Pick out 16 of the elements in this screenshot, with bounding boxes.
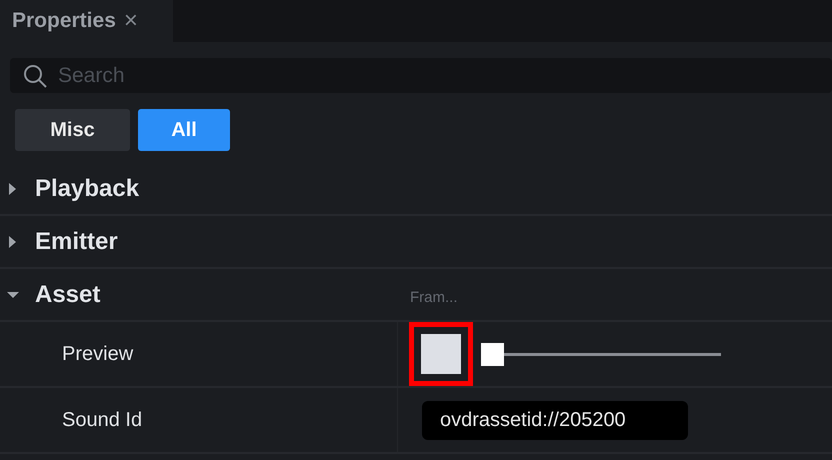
preview-swatch[interactable] (421, 334, 461, 374)
property-label: Sound Id (62, 408, 142, 432)
close-icon[interactable]: × (124, 7, 138, 35)
slider-thumb[interactable] (481, 342, 504, 366)
search-field[interactable]: Search (10, 58, 832, 93)
section-header[interactable]: Emitter (0, 216, 832, 269)
filter-button[interactable]: Misc (15, 109, 130, 151)
tab-label: Properties (12, 9, 116, 33)
section-header[interactable]: Playback (0, 163, 832, 216)
search-icon (22, 62, 48, 88)
section-header[interactable]: Asset Fram... (0, 269, 832, 322)
sound-id-field[interactable]: ovdrassetid://205200 (422, 400, 688, 440)
column-hint: Fram... (410, 289, 458, 306)
search-input[interactable]: Search (56, 62, 660, 88)
panel-tab[interactable]: Properties × (0, 0, 173, 42)
property-label: Preview (62, 342, 134, 366)
